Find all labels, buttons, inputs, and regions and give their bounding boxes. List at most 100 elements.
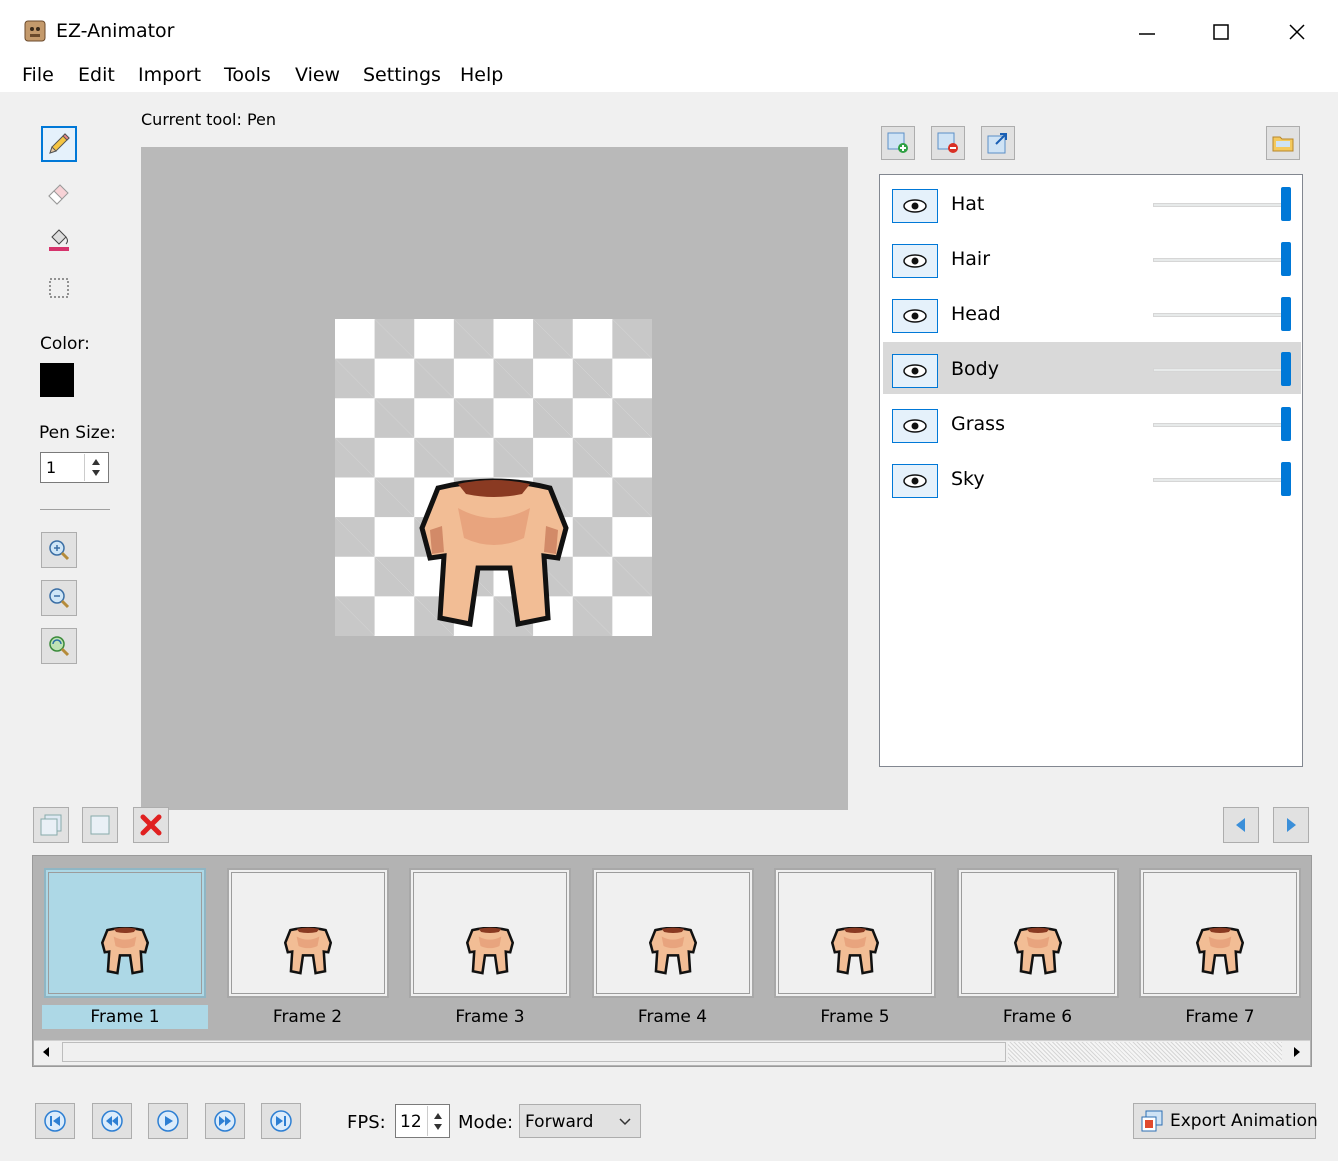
frame-thumbnail[interactable] [591, 868, 754, 998]
layer-visibility-toggle[interactable] [892, 244, 938, 278]
delete-frame-button[interactable] [133, 807, 169, 843]
color-swatch[interactable] [40, 363, 74, 397]
frame-label[interactable]: Frame 3 [407, 1005, 573, 1029]
eye-icon [903, 309, 927, 323]
menu-help[interactable]: Help [460, 64, 503, 86]
layer-opacity-thumb[interactable] [1281, 407, 1291, 441]
export-layer-button[interactable] [981, 126, 1015, 160]
scrollbar-thumb[interactable] [62, 1042, 1006, 1062]
layer-opacity-thumb[interactable] [1281, 352, 1291, 386]
pen-tool-button[interactable] [41, 126, 77, 162]
zoom-out-button[interactable] [41, 580, 77, 616]
frame-label[interactable]: Frame 1 [42, 1005, 208, 1029]
layer-visibility-toggle[interactable] [892, 354, 938, 388]
mode-value: Forward [525, 1112, 594, 1132]
menu-edit[interactable]: Edit [78, 64, 115, 86]
layer-opacity-slider[interactable] [1153, 423, 1289, 427]
fast-forward-button[interactable] [205, 1103, 245, 1139]
frame-label[interactable]: Frame 6 [955, 1005, 1121, 1029]
frame-thumbnail[interactable] [409, 868, 571, 998]
export-animation-icon [1141, 1110, 1163, 1132]
minimize-button[interactable] [1127, 14, 1167, 50]
frame-preview [595, 872, 750, 994]
selection-rectangle-icon [49, 278, 69, 298]
new-frame-icon [90, 815, 110, 835]
next-frame-button[interactable] [1273, 807, 1309, 843]
fast-forward-icon [214, 1110, 236, 1132]
scroll-left-button[interactable] [34, 1041, 58, 1063]
pen-size-arrows[interactable] [84, 454, 107, 481]
layer-opacity-slider[interactable] [1153, 478, 1289, 482]
add-layer-button[interactable] [881, 126, 915, 160]
close-icon [1289, 24, 1305, 40]
reset-zoom-button[interactable] [41, 628, 77, 664]
layer-opacity-thumb[interactable] [1281, 297, 1291, 331]
layer-opacity-slider[interactable] [1153, 203, 1289, 207]
layer-row[interactable]: Hat [883, 177, 1301, 229]
scrollbar-track[interactable] [1008, 1042, 1282, 1062]
layer-opacity-slider[interactable] [1153, 368, 1289, 372]
fps-spinner[interactable]: 12 [395, 1104, 450, 1138]
layer-opacity-thumb[interactable] [1281, 242, 1291, 276]
pen-size-label: Pen Size: [39, 423, 116, 443]
play-button[interactable] [148, 1103, 188, 1139]
minimize-icon [1139, 33, 1155, 35]
frame-thumbnail[interactable] [44, 868, 206, 998]
open-folder-button[interactable] [1266, 126, 1300, 160]
frame-label[interactable]: Frame 2 [225, 1005, 391, 1029]
frame-label[interactable]: Frame 5 [772, 1005, 938, 1029]
zoom-in-button[interactable] [41, 532, 77, 568]
frame-label[interactable]: Frame 4 [590, 1005, 756, 1029]
rewind-button[interactable] [92, 1103, 132, 1139]
layer-row[interactable]: Head [883, 287, 1301, 339]
maximize-button[interactable] [1201, 14, 1241, 50]
layer-row[interactable]: Sky [883, 452, 1301, 504]
eraser-icon [48, 184, 69, 205]
layer-visibility-toggle[interactable] [892, 299, 938, 333]
pen-size-spinner[interactable]: 1 [40, 452, 109, 483]
first-frame-button[interactable] [35, 1103, 75, 1139]
menu-settings[interactable]: Settings [363, 64, 441, 86]
eraser-tool-button[interactable] [41, 174, 77, 210]
layer-row[interactable]: Body [883, 342, 1301, 394]
layer-name: Grass [951, 413, 1005, 435]
close-button[interactable] [1277, 14, 1317, 50]
last-frame-button[interactable] [261, 1103, 301, 1139]
menu-tools[interactable]: Tools [224, 64, 271, 86]
remove-layer-button[interactable] [931, 126, 965, 160]
fps-arrows[interactable] [427, 1106, 448, 1136]
menu-import[interactable]: Import [138, 64, 201, 86]
select-tool-button[interactable] [41, 270, 77, 306]
frame-thumbnail[interactable] [774, 868, 936, 998]
layer-row[interactable]: Hair [883, 232, 1301, 284]
export-animation-button[interactable]: Export Animation [1133, 1103, 1318, 1139]
mode-dropdown[interactable]: Forward [519, 1104, 641, 1138]
add-layer-icon [887, 132, 908, 153]
layer-opacity-thumb[interactable] [1281, 462, 1291, 496]
chevron-down-icon [619, 1118, 631, 1126]
layer-name: Hat [951, 193, 985, 215]
duplicate-frame-button[interactable] [33, 807, 69, 843]
frame-thumbnail[interactable] [1139, 868, 1301, 998]
layer-opacity-slider[interactable] [1153, 313, 1289, 317]
layer-name: Body [951, 358, 999, 380]
layer-row[interactable]: Grass [883, 397, 1301, 449]
frame-preview [413, 872, 567, 994]
previous-frame-button[interactable] [1223, 807, 1259, 843]
frame-preview [230, 872, 385, 994]
layer-visibility-toggle[interactable] [892, 464, 938, 498]
layer-opacity-slider[interactable] [1153, 258, 1289, 262]
frame-label[interactable]: Frame 7 [1137, 1005, 1303, 1029]
menu-view[interactable]: View [295, 64, 340, 86]
layer-visibility-toggle[interactable] [892, 189, 938, 223]
frame-thumbnail[interactable] [956, 868, 1119, 998]
delete-x-icon [140, 814, 162, 836]
menu-file[interactable]: File [22, 64, 54, 86]
fill-tool-button[interactable] [41, 222, 77, 258]
new-frame-button[interactable] [82, 807, 118, 843]
scroll-right-button[interactable] [1285, 1041, 1309, 1063]
layer-opacity-thumb[interactable] [1281, 187, 1291, 221]
layer-visibility-toggle[interactable] [892, 409, 938, 443]
frame-preview [1143, 872, 1297, 994]
frame-thumbnail[interactable] [226, 868, 389, 998]
